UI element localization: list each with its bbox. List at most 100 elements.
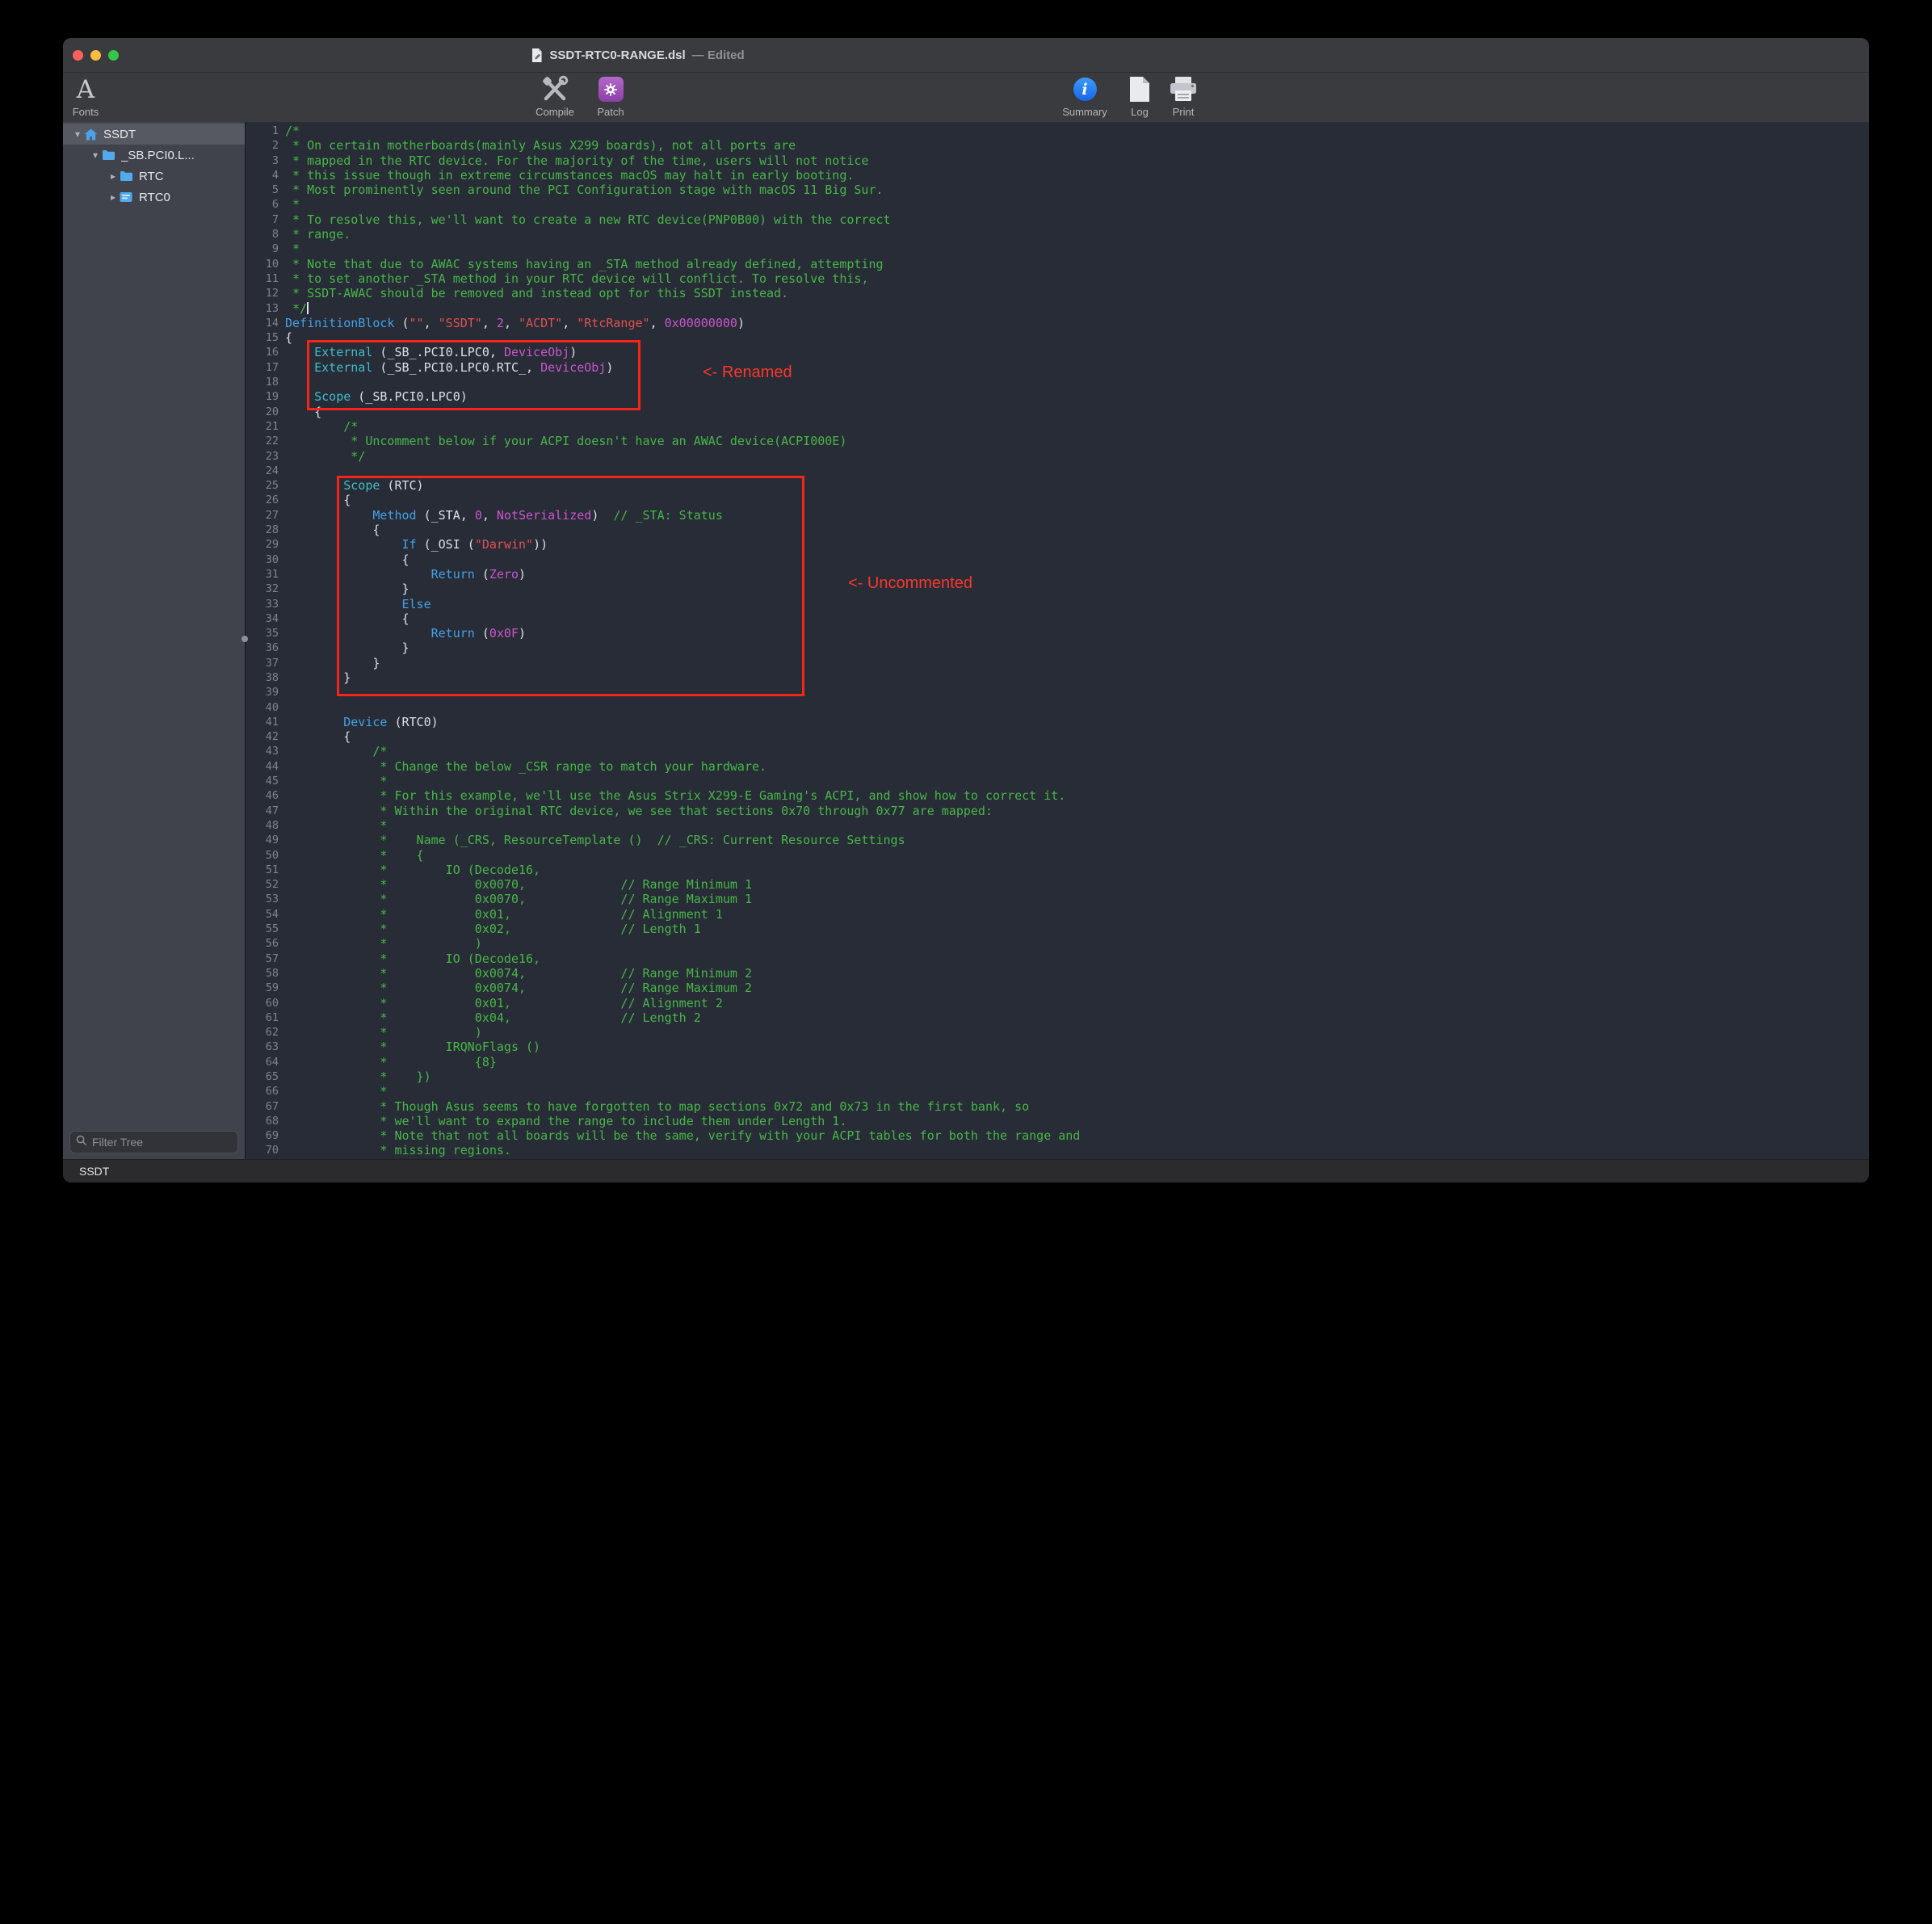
code-line: 15{ <box>246 330 1869 345</box>
line-number: 29 <box>246 537 279 552</box>
compile-button[interactable]: Compile <box>523 74 587 118</box>
line-number: 61 <box>246 1010 279 1025</box>
chevron-right-icon[interactable]: ▸ <box>107 170 120 182</box>
line-number: 69 <box>246 1128 279 1143</box>
code-line: 31 Return (Zero) <box>246 567 1869 582</box>
code-editor[interactable]: 1/*2 * On certain motherboards(mainly As… <box>246 122 1869 1160</box>
code-line: 10 * Note that due to AWAC systems havin… <box>246 257 1869 271</box>
code-line: 35 Return (0x0F) <box>246 626 1869 641</box>
line-number: 27 <box>246 508 279 523</box>
code-line: 52 * 0x0070, // Range Minimum 1 <box>246 877 1869 892</box>
code-line: 63 * IRQNoFlags () <box>246 1040 1869 1054</box>
line-number: 65 <box>246 1069 279 1084</box>
code-line: 51 * IO (Decode16, <box>246 863 1869 877</box>
line-number: 38 <box>246 670 279 685</box>
info-icon: i <box>1073 74 1097 104</box>
line-number: 15 <box>246 330 279 345</box>
toolbar: A Fonts Compile <box>63 73 1869 124</box>
code-line: 9 * <box>246 242 1869 256</box>
line-number: 3 <box>246 153 279 168</box>
log-button[interactable]: Log <box>1115 74 1164 118</box>
chevron-right-icon[interactable]: ▸ <box>107 191 120 203</box>
line-number: 10 <box>246 257 279 271</box>
print-button[interactable]: Print <box>1159 74 1208 118</box>
fonts-label: Fonts <box>73 106 99 118</box>
search-icon <box>76 1135 86 1149</box>
line-number: 16 <box>246 345 279 359</box>
sidebar-item--sb-pci0-l-[interactable]: ▾ _SB.PCI0.L... <box>63 145 245 166</box>
tree-item-label: RTC <box>139 170 164 183</box>
line-number: 11 <box>246 271 279 286</box>
code-line: 23 */ <box>246 449 1869 464</box>
filter-tree-input[interactable] <box>90 1135 232 1149</box>
line-number: 52 <box>246 877 279 892</box>
line-number: 30 <box>246 552 279 567</box>
code-line: 21 /* <box>246 419 1869 434</box>
code-line: 66 * <box>246 1084 1869 1099</box>
code-line: 39 <box>246 685 1869 699</box>
line-number: 44 <box>246 759 279 774</box>
pane-splitter-handle[interactable] <box>242 636 248 642</box>
tree-item-label: RTC0 <box>139 191 170 204</box>
line-number: 5 <box>246 183 279 197</box>
code-line: 3 * mapped in the RTC device. For the ma… <box>246 153 1869 168</box>
window-edited-suffix: — Edited <box>692 48 745 62</box>
code-line: 12 * SSDT-AWAC should be removed and ins… <box>246 286 1869 300</box>
line-number: 24 <box>246 464 279 478</box>
chevron-down-icon[interactable]: ▾ <box>71 128 84 140</box>
line-number: 49 <box>246 833 279 847</box>
line-number: 33 <box>246 597 279 611</box>
minimize-window-button[interactable] <box>90 50 101 61</box>
summary-label: Summary <box>1062 106 1107 118</box>
code-line: 67 * Though Asus seems to have forgotten… <box>246 1099 1869 1114</box>
folder-icon <box>120 170 136 183</box>
code-line: 17 External (_SB_.PCI0.LPC0.RTC_, Device… <box>246 360 1869 375</box>
line-number: 36 <box>246 641 279 655</box>
line-number: 53 <box>246 892 279 906</box>
code-line: 19 Scope (_SB.PCI0.LPC0) <box>246 389 1869 404</box>
code-line: 6 * <box>246 197 1869 212</box>
code-line: 49 * Name (_CRS, ResourceTemplate () // … <box>246 833 1869 847</box>
line-number: 34 <box>246 611 279 626</box>
line-number: 25 <box>246 478 279 493</box>
line-number: 9 <box>246 242 279 256</box>
fonts-button[interactable]: A Fonts <box>63 74 108 118</box>
line-number: 18 <box>246 375 279 389</box>
line-number: 40 <box>246 700 279 715</box>
text-cursor <box>307 302 309 314</box>
line-number: 20 <box>246 405 279 419</box>
code-line: 27 Method (_STA, 0, NotSerialized) // _S… <box>246 508 1869 523</box>
code-line: 69 * Note that not all boards will be th… <box>246 1128 1869 1143</box>
acpi-tree[interactable]: ▾SSDT▾_SB.PCI0.L...▸RTC▸RTC0 <box>63 122 245 1124</box>
line-number: 7 <box>246 212 279 227</box>
code-line: 18 <box>246 375 1869 389</box>
print-label: Print <box>1173 106 1195 118</box>
code-line: 29 If (_OSI ("Darwin")) <box>246 537 1869 552</box>
code-line: 4 * this issue though in extreme circums… <box>246 168 1869 183</box>
app-window: SSDT-RTC0-RANGE.dsl — Edited A Fonts Com… <box>63 38 1869 1183</box>
folder-icon <box>102 149 118 162</box>
line-number: 2 <box>246 138 279 153</box>
sidebar-item-ssdt[interactable]: ▾SSDT <box>63 124 245 145</box>
code-line: 59 * 0x0074, // Range Maximum 2 <box>246 981 1869 995</box>
tree-item-label: _SB.PCI0.L... <box>121 149 195 162</box>
sidebar-item-rtc0[interactable]: ▸ RTC0 <box>63 187 245 208</box>
zoom-window-button[interactable] <box>108 50 119 61</box>
code-line: 20 { <box>246 405 1869 419</box>
filter-field[interactable] <box>69 1131 238 1153</box>
line-number: 57 <box>246 951 279 966</box>
code-line: 47 * Within the original RTC device, we … <box>246 804 1869 818</box>
line-number: 6 <box>246 197 279 212</box>
sidebar-item-rtc[interactable]: ▸ RTC <box>63 166 245 187</box>
code-line: 48 * <box>246 818 1869 833</box>
sidebar: ▾SSDT▾_SB.PCI0.L...▸RTC▸RTC0 <box>63 122 246 1160</box>
line-number: 50 <box>246 848 279 863</box>
chevron-down-icon[interactable]: ▾ <box>89 149 102 161</box>
patch-button[interactable]: Patch <box>578 74 643 118</box>
line-number: 4 <box>246 168 279 183</box>
compile-tools-icon <box>539 74 571 104</box>
code-line: 28 { <box>246 523 1869 537</box>
summary-button[interactable]: i Summary <box>1052 74 1117 118</box>
line-number: 68 <box>246 1114 279 1128</box>
close-window-button[interactable] <box>73 50 83 61</box>
